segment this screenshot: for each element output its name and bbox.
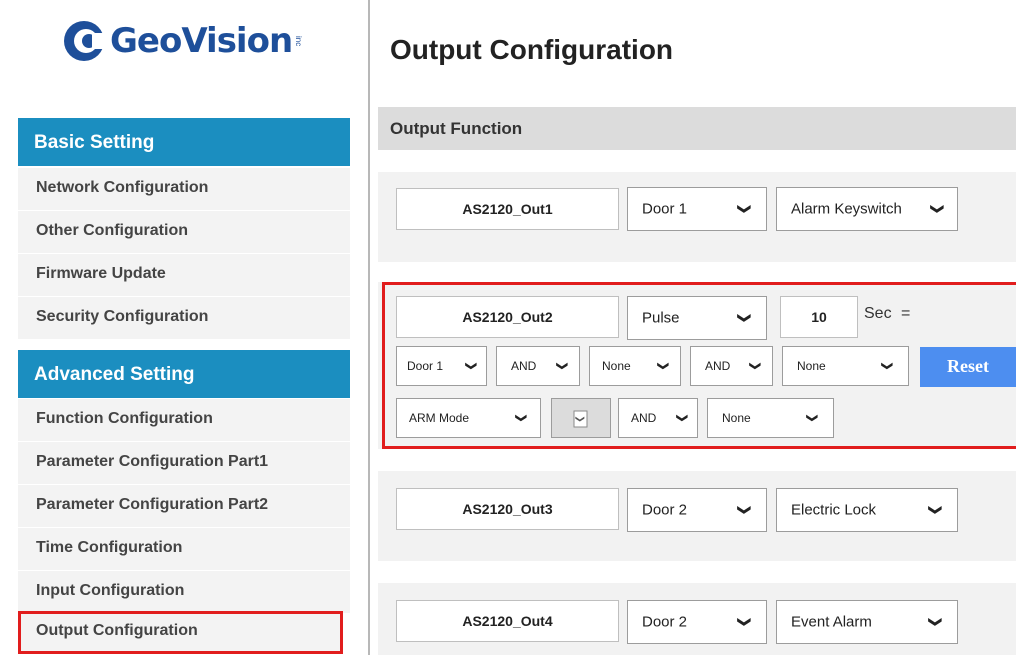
- sidebar-item-other-configuration[interactable]: Other Configuration: [18, 211, 350, 254]
- output-2-logic-2-select[interactable]: AND ❯: [690, 346, 773, 386]
- output-1-type-value: Alarm Keyswitch: [791, 200, 902, 218]
- output-function-section-header: Output Function: [378, 107, 1016, 150]
- chevron-down-icon: ❯: [656, 361, 669, 371]
- chevron-down-icon: ❯: [514, 413, 527, 423]
- sidebar-item-input-configuration[interactable]: Input Configuration: [18, 571, 350, 614]
- output-4-type-value: Event Alarm: [791, 613, 872, 631]
- sidebar-item-time-configuration[interactable]: Time Configuration: [18, 528, 350, 571]
- chevron-down-icon: ❯: [930, 203, 946, 215]
- sidebar-item-security-configuration[interactable]: Security Configuration: [18, 297, 350, 340]
- sidebar-item-parameter-configuration-part2[interactable]: Parameter Configuration Part2: [18, 485, 350, 528]
- output-4-type-select[interactable]: Event Alarm ❯: [776, 600, 958, 644]
- logic-2-value: AND: [705, 359, 731, 373]
- output-2-logic-1-select[interactable]: AND ❯: [496, 346, 580, 386]
- advanced-setting-header[interactable]: Advanced Setting: [18, 350, 350, 398]
- brand-logo[interactable]: GeoVision inc: [62, 16, 303, 66]
- output-2-value-1-select[interactable]: None ❯: [589, 346, 681, 386]
- geovision-logo-icon: [62, 19, 106, 63]
- brand-name: GeoVision: [110, 21, 293, 61]
- output-2-arm-mode-select[interactable]: ARM Mode ❯: [396, 398, 541, 438]
- output-1-door-select[interactable]: Door 1 ❯: [627, 187, 767, 231]
- logic-1-value: AND: [511, 359, 537, 373]
- chevron-down-icon: ❯: [675, 413, 688, 423]
- chevron-down-icon: ❯: [737, 504, 753, 516]
- sidebar-item-network-configuration[interactable]: Network Configuration: [18, 168, 350, 211]
- output-3-door-select[interactable]: Door 2 ❯: [627, 488, 767, 532]
- equals-sign: =: [901, 305, 911, 322]
- reset-button[interactable]: Reset: [920, 347, 1016, 387]
- sidebar-divider: [368, 0, 370, 655]
- output-3-type-select[interactable]: Electric Lock ❯: [776, 488, 958, 532]
- output-1-type-select[interactable]: Alarm Keyswitch ❯: [776, 187, 958, 231]
- output-3-door-value: Door 2: [642, 501, 688, 519]
- output-1-name-field[interactable]: AS2120_Out1: [396, 188, 619, 230]
- output-2-value-3-select[interactable]: None ❯: [707, 398, 834, 438]
- brand-suffix: inc: [294, 35, 304, 47]
- page-title: Output Configuration: [390, 34, 674, 65]
- output-2-mode-select[interactable]: Pulse ❯: [627, 296, 767, 340]
- chevron-down-icon: ❯: [880, 361, 893, 371]
- sidebar: GeoVision inc Basic Setting Network Conf…: [0, 0, 360, 655]
- value-3-value: None: [722, 411, 751, 425]
- output-4-name-field[interactable]: AS2120_Out4: [396, 600, 619, 642]
- output-3-name-field[interactable]: AS2120_Out3: [396, 488, 619, 530]
- chevron-down-icon: ❯: [464, 361, 477, 371]
- chevron-down-icon: ❯: [737, 616, 753, 628]
- chevron-down-icon: ❯: [805, 413, 818, 423]
- chevron-down-icon: ❯: [748, 361, 761, 371]
- output-4-door-value: Door 2: [642, 613, 688, 631]
- chevron-down-icon: ❯: [928, 616, 944, 628]
- logic-3-value: AND: [631, 411, 657, 425]
- sidebar-item-function-configuration[interactable]: Function Configuration: [18, 399, 350, 442]
- sidebar-item-firmware-update[interactable]: Firmware Update: [18, 254, 350, 297]
- output-2-mode-value: Pulse: [642, 309, 680, 327]
- output-4-door-select[interactable]: Door 2 ❯: [627, 600, 767, 644]
- chevron-down-icon: ❯: [555, 361, 568, 371]
- output-2-name-field[interactable]: AS2120_Out2: [396, 296, 619, 338]
- chevron-down-icon: ❯: [573, 410, 588, 428]
- basic-setting-header[interactable]: Basic Setting: [18, 118, 350, 166]
- value-2-value: None: [797, 359, 826, 373]
- output-2-logic-3-select[interactable]: AND ❯: [618, 398, 698, 438]
- sidebar-item-parameter-configuration-part1[interactable]: Parameter Configuration Part1: [18, 442, 350, 485]
- output-2-seconds-input[interactable]: 10: [780, 296, 858, 338]
- value-1-value: None: [602, 359, 631, 373]
- output-2-condition-door-select[interactable]: Door 1 ❯: [396, 346, 487, 386]
- arm-mode-value: ARM Mode: [409, 411, 470, 425]
- output-2-value-2-select[interactable]: None ❯: [782, 346, 909, 386]
- condition-door-value: Door 1: [407, 359, 444, 373]
- chevron-down-icon: ❯: [737, 312, 753, 324]
- output-1-door-value: Door 1: [642, 200, 688, 218]
- output-2-arm-toggle[interactable]: ❯: [551, 398, 611, 438]
- seconds-label: Sec: [864, 305, 892, 322]
- chevron-down-icon: ❯: [928, 504, 944, 516]
- chevron-down-icon: ❯: [737, 203, 753, 215]
- output-3-type-value: Electric Lock: [791, 501, 877, 519]
- sidebar-item-output-configuration[interactable]: Output Configuration: [18, 611, 343, 654]
